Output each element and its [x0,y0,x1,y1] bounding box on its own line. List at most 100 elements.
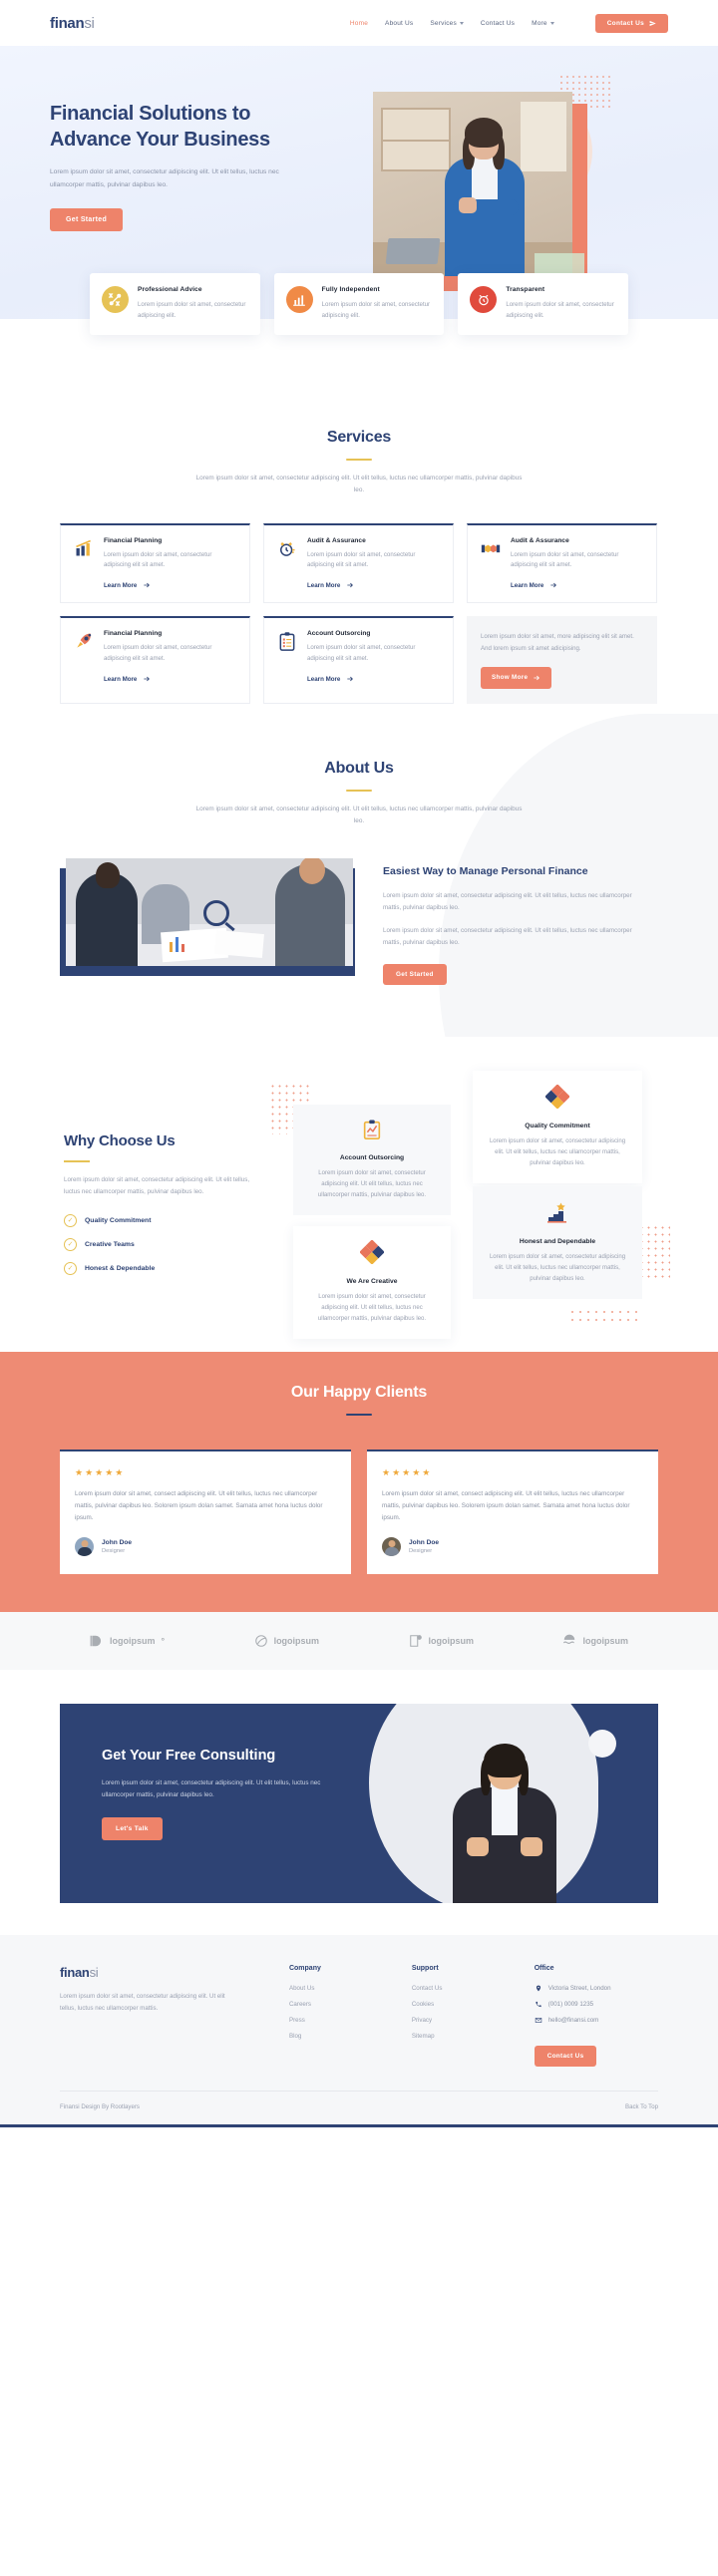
check-circle-icon: ✓ [64,1213,77,1227]
footer-heading: Support [411,1965,439,1973]
service-text: Lorem ipsum dolor sit amet, consectetur … [104,550,212,569]
show-more-button[interactable]: Show More [481,666,552,689]
why-card-text: Lorem ipsum dolor sit amet, consectetur … [489,1137,626,1166]
testimonial-text: Lorem ipsum dolor sit amet, consect adip… [75,1489,323,1522]
blob-decoration [588,1730,616,1759]
swirl-circle-icon [254,1635,267,1648]
services-grid: Financial Planning Lorem ipsum dolor sit… [60,522,658,704]
services-title: Services [326,428,392,446]
about-get-started-button[interactable]: Get Started [383,963,447,985]
footer-link-about-us[interactable]: About Us [289,1985,402,1992]
service-title: Financial Planning [104,630,163,638]
list-item: ✓ Creative Teams [64,1237,261,1251]
service-learn-more-link[interactable]: Learn More [307,675,441,683]
network-advice-icon: xx [102,286,129,313]
service-card[interactable]: Financial Planning Lorem ipsum dolor sit… [60,616,250,704]
footer-link-press[interactable]: Press [289,2017,402,2024]
site-header: finansi Home About Us Services Contact U… [0,0,718,46]
header-contact-button[interactable]: Contact Us [594,13,668,33]
arrow-right-icon [550,583,557,588]
service-learn-more-link[interactable]: Learn More [104,675,237,683]
why-card-text: Lorem ipsum dolor sit amet, consectetur … [317,1169,427,1198]
testimonial-author: John Doe [102,1539,133,1547]
nav-item-more[interactable]: More [532,20,554,27]
footer-heading: Company [288,1965,321,1973]
header-contact-label: Contact Us [606,19,644,27]
service-card[interactable]: Audit & Assurance Lorem ipsum dolor sit … [263,522,454,604]
about-image-block [60,857,359,976]
why-card[interactable]: Quality Commitment Lorem ipsum dolor sit… [473,1070,642,1184]
service-learn-more-link[interactable]: Learn More [307,581,441,589]
lets-talk-button[interactable]: Let's Talk [102,1816,163,1840]
service-card[interactable]: Financial Planning Lorem ipsum dolor sit… [60,522,250,604]
logo-light: si [84,14,95,32]
testimonials-title: Our Happy Clients [290,1383,428,1401]
nav-item-home[interactable]: Home [350,20,368,27]
feature-card[interactable]: Transparent Lorem ipsum dolor sit amet, … [458,273,629,335]
nav-label: Contact Us [480,19,516,27]
footer-link-sitemap[interactable]: Sitemap [412,2033,525,2040]
section-divider [346,789,372,792]
testimonial-role: Designer [102,1548,126,1555]
footer-link-blog[interactable]: Blog [289,2033,402,2040]
service-text: Lorem ipsum dolor sit amet, consectetur … [307,550,416,569]
send-icon [649,20,656,26]
footer-email[interactable]: hello@finansi.com [535,2017,658,2024]
feature-title: Professional Advice [138,286,202,293]
service-title: Account Outsorcing [307,630,371,638]
footer-brand: finansi Lorem ipsum dolor sit amet, cons… [60,1965,279,2067]
why-copy: Why Choose Us Lorem ipsum dolor sit amet… [50,1077,261,1275]
chevron-down-icon [459,21,464,25]
bar-chart-growth-icon [73,537,95,559]
hero-get-started-button[interactable]: Get Started [50,207,124,231]
testimonial-card: ★★★★★ Lorem ipsum dolor sit amet, consec… [60,1449,351,1575]
why-benefit-list: ✓ Quality Commitment ✓ Creative Teams ✓ … [64,1213,261,1275]
client-logo: logoipsum [562,1634,628,1648]
back-to-top-link[interactable]: Back To Top [625,2103,658,2110]
service-card[interactable]: Audit & Assurance Lorem ipsum dolor sit … [467,522,657,604]
services-promo-text: Lorem ipsum dolor sit amet, more adipisc… [481,633,634,652]
footer-phone[interactable]: (001) 0009 1235 [535,2001,658,2008]
dots-decoration [568,1307,642,1324]
star-rating-icon: ★★★★★ [75,1466,126,1477]
about-paragraph-2: Lorem ipsum dolor sit amet, consectetur … [383,927,632,947]
service-learn-more-link[interactable]: Learn More [104,581,237,589]
why-card[interactable]: Account Outsorcing Lorem ipsum dolor sit… [293,1104,451,1216]
footer-link-careers[interactable]: Careers [289,2001,402,2008]
feature-text: Lorem ipsum dolor sit amet, consectetur … [506,301,614,320]
hero-visual [335,74,614,299]
client-logo: logoipsum ° [90,1634,165,1648]
why-choose-us-section: Why Choose Us Lorem ipsum dolor sit amet… [0,1036,718,1352]
services-promo-card: Lorem ipsum dolor sit amet, more adipisc… [467,616,657,704]
nav-item-about-us[interactable]: About Us [385,20,413,27]
footer-column-office: Office Victoria Street, London (001) 000… [534,1965,658,2068]
benefit-label: Honest & Dependable [85,1264,156,1272]
arrow-right-icon [347,583,354,588]
testimonials-section: Our Happy Clients ★★★★★ Lorem ipsum dolo… [0,1351,718,1613]
chevron-down-icon [549,21,554,25]
check-circle-icon: ✓ [64,1261,77,1275]
feature-card[interactable]: Fully Independent Lorem ipsum dolor sit … [273,273,445,335]
footer-link-contact-us[interactable]: Contact Us [412,1985,525,1992]
feature-card[interactable]: xx Professional Advice Lorem ipsum dolor… [90,273,260,335]
service-learn-more-link[interactable]: Learn More [511,581,644,589]
why-card[interactable]: We Are Creative Lorem ipsum dolor sit am… [293,1225,451,1340]
about-header: About Us Lorem ipsum dolor sit amet, con… [0,760,718,828]
footer-address: Victoria Street, London [535,1985,658,1992]
feature-text: Lorem ipsum dolor sit amet, consectetur … [321,301,431,320]
footer-contact-button[interactable]: Contact Us [534,2046,597,2068]
why-card[interactable]: Honest and Dependable Lorem ipsum dolor … [473,1185,642,1300]
footer-link-cookies[interactable]: Cookies [412,2001,525,2008]
nav-item-services[interactable]: Services [430,20,464,27]
handshake-icon [480,537,502,559]
footer-logo[interactable]: finansi [60,1965,279,1980]
service-card[interactable]: Account Outsorcing Lorem ipsum dolor sit… [263,616,454,704]
testimonial-text: Lorem ipsum dolor sit amet, consect adip… [382,1489,630,1522]
site-logo[interactable]: finansi [50,15,95,32]
square-dot-icon [409,1635,422,1648]
feature-cards-section: xx Professional Advice Lorem ipsum dolor… [0,273,718,411]
nav-label: More [532,19,547,27]
footer-link-privacy[interactable]: Privacy [412,2017,525,2024]
nav-item-contact-us[interactable]: Contact Us [481,20,515,27]
list-item: ✓ Honest & Dependable [64,1261,261,1275]
